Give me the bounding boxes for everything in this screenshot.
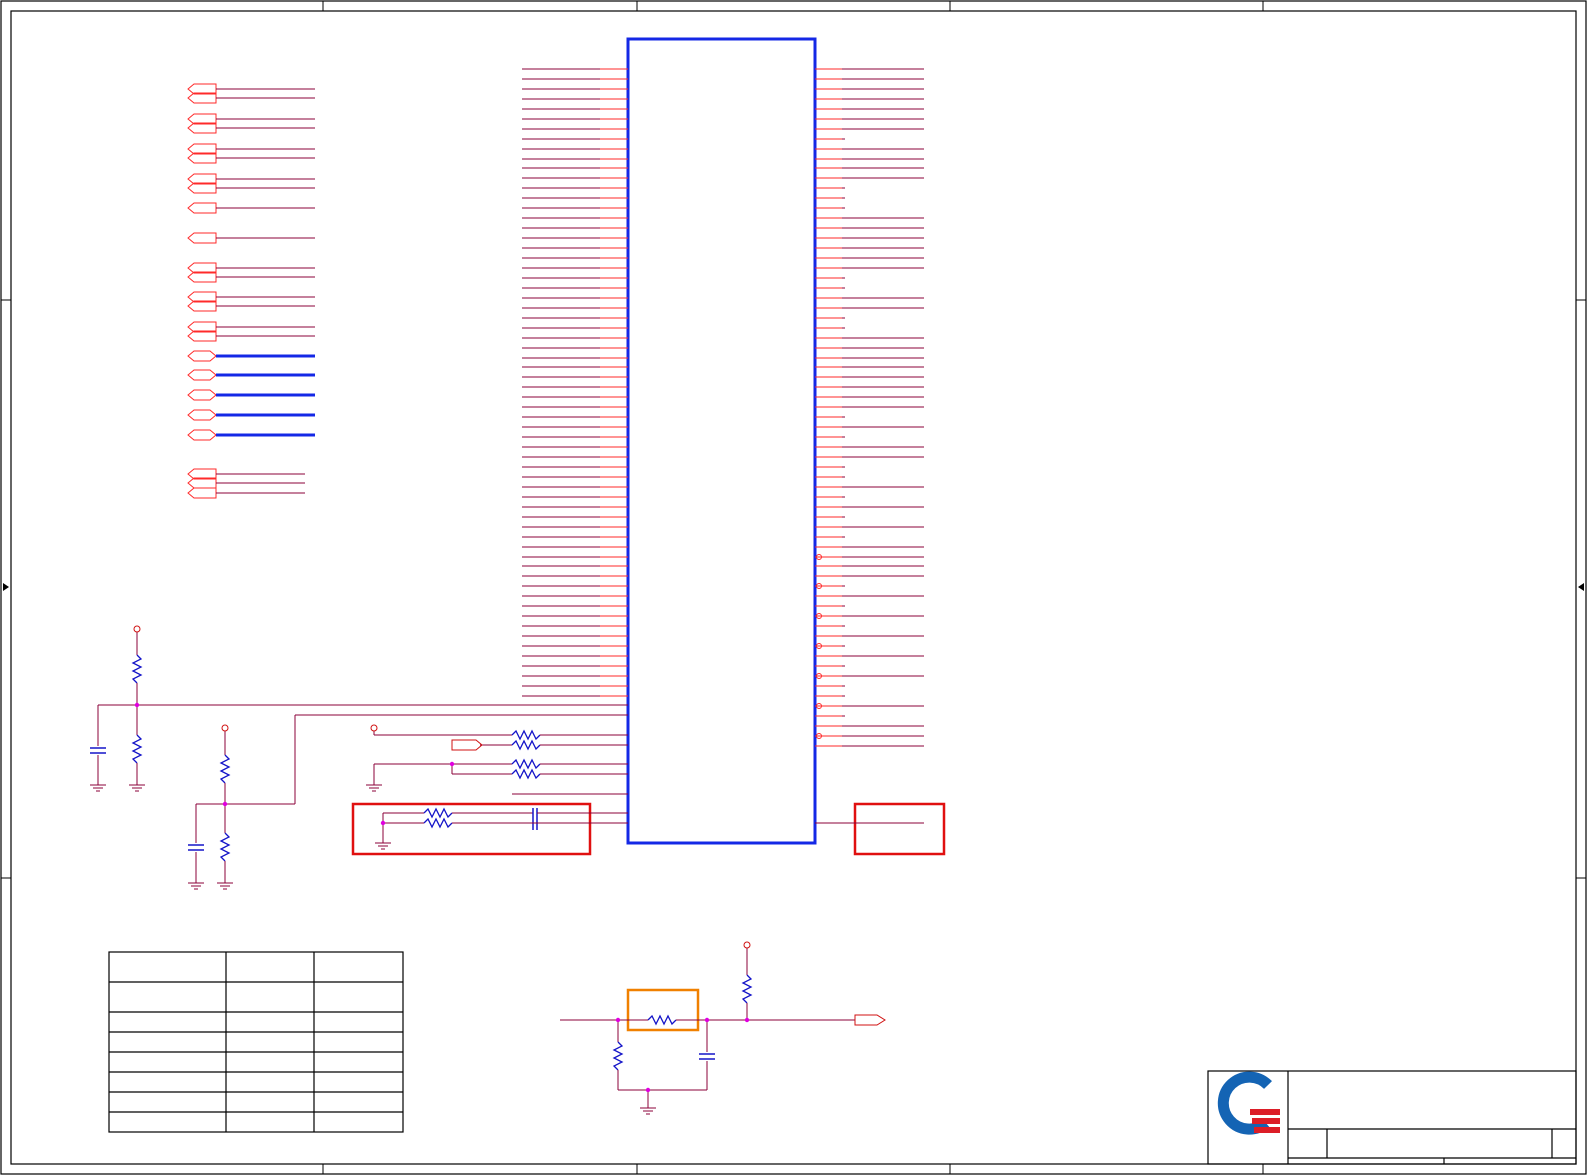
resistor-symbol — [219, 832, 231, 862]
resistor-symbol — [219, 754, 231, 784]
offpage-connector[interactable] — [451, 739, 483, 751]
junction-dot — [645, 1087, 651, 1093]
power-port — [370, 724, 378, 732]
ic-left-pins — [522, 68, 628, 697]
rc-network-1 — [90, 632, 628, 785]
offpage-connector — [187, 202, 217, 214]
highlight-box-right — [853, 802, 946, 856]
junction-dot — [704, 1017, 710, 1023]
rc-network-2 — [188, 714, 628, 883]
offpage-connector[interactable] — [854, 1014, 886, 1026]
zone-arrows — [3, 583, 1584, 591]
company-logo — [1217, 1071, 1280, 1135]
junction-dot — [134, 702, 140, 708]
config-table — [108, 951, 404, 1133]
filter-circuit — [560, 948, 855, 1108]
offpage-connector — [187, 487, 217, 499]
highlight-box-orange — [626, 988, 700, 1032]
sheet-frame — [0, 0, 1587, 1175]
junction-dot — [222, 801, 228, 807]
junction-dot — [744, 1017, 750, 1023]
bidir-connector — [187, 369, 217, 381]
power-port — [133, 625, 141, 633]
power-port — [743, 941, 751, 949]
schematic-sheet — [0, 0, 1587, 1175]
highlight-box-left — [351, 802, 592, 856]
ground-symbols — [90, 784, 656, 1115]
offpage-connectors — [187, 83, 315, 499]
series-resistors — [373, 729, 628, 795]
junction-dot — [380, 820, 386, 826]
power-port — [221, 724, 229, 732]
bidir-connector — [187, 389, 217, 401]
junction-dot — [615, 1017, 621, 1023]
ic-right-pins — [815, 68, 924, 747]
bidir-connector — [187, 429, 217, 441]
bidir-connector — [187, 350, 217, 362]
zone-ticks — [1, 1, 1586, 1174]
resistor-symbol — [131, 654, 143, 684]
offpage-connector — [187, 232, 217, 244]
bidir-connector — [187, 409, 217, 421]
junction-dot — [449, 761, 455, 767]
resistor-symbol — [131, 734, 143, 764]
main-ic-body[interactable] — [626, 37, 817, 845]
